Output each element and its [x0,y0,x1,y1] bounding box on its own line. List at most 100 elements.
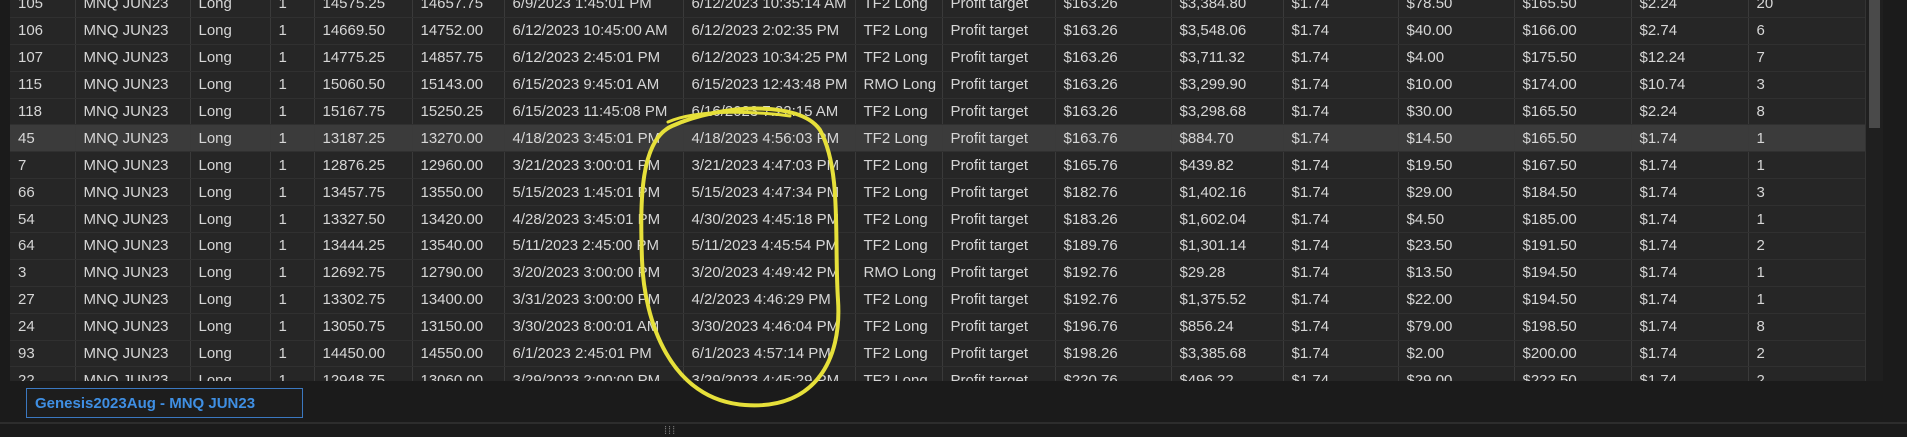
cell-mae: $29.00 [1398,178,1515,207]
cell-cumulative-profit: $496.22 [1171,366,1284,381]
cell-trade-number: 106 [10,17,76,45]
table-row[interactable]: 105 MNQ JUN23 Long 1 14575.25 14657.75 6/9/202… [10,0,1865,18]
cell-mae: $4.50 [1398,205,1515,234]
cell-profit: $163.76 [1055,124,1172,153]
trades-table-body: 105 MNQ JUN23 Long 1 14575.25 14657.75 6/9/202… [10,0,1865,381]
cell-exit-price: 13150.00 [412,313,505,341]
strategy-tab[interactable]: Genesis2023Aug - MNQ JUN23 [26,388,303,418]
cell-exit-name: Profit target [942,0,1056,18]
cell-cumulative-profit: $3,299.90 [1171,71,1284,99]
cell-mae: $13.50 [1398,259,1515,287]
cell-entry-price: 15167.75 [314,98,413,126]
splitter-grip-icon[interactable]: ⁞⁞⁞ [664,425,676,437]
cell-exit-name: Profit target [942,259,1056,287]
table-row[interactable]: 64 MNQ JUN23 Long 1 13444.25 13540.00 5/11/202… [10,232,1865,260]
cell-commission: $1.74 [1283,98,1399,126]
cell-exit-price: 14550.00 [412,340,505,368]
cell-quantity: 1 [270,340,315,368]
cell-commission: $1.74 [1283,259,1399,287]
cell-exit-time: 5/11/2023 4:45:54 PM [683,232,856,260]
table-row[interactable]: 107 MNQ JUN23 Long 1 14775.25 14857.75 6/12/20… [10,44,1865,72]
table-row[interactable]: 66 MNQ JUN23 Long 1 13457.75 13550.00 5/15/202… [10,178,1865,207]
cell-entry-price: 15060.50 [314,71,413,99]
cell-trade-number: 3 [10,259,76,287]
table-row[interactable]: 115 MNQ JUN23 Long 1 15060.50 15143.00 6/15/20… [10,71,1865,99]
cell-entry-name: TF2 Long [855,340,943,368]
cell-commission: $1.74 [1283,71,1399,99]
vertical-scrollbar[interactable] [1865,0,1883,381]
cell-cumulative-profit: $3,711.32 [1171,44,1284,72]
cell-entry-time: 3/29/2023 2:00:00 PM [504,366,684,381]
cell-exit-name: Profit target [942,17,1056,45]
cell-etd: $1.74 [1631,178,1749,207]
table-row[interactable]: 106 MNQ JUN23 Long 1 14669.50 14752.00 6/12/20… [10,17,1865,45]
table-row[interactable]: 27 MNQ JUN23 Long 1 13302.75 13400.00 3/31/202… [10,286,1865,314]
cell-entry-name: TF2 Long [855,178,943,207]
cell-exit-price: 13270.00 [412,124,505,153]
cell-entry-time: 6/9/2023 1:45:01 PM [504,0,684,18]
cell-market-position: Long [190,17,271,45]
cell-cumulative-profit: $856.24 [1171,313,1284,341]
cell-mfe: $184.50 [1514,178,1632,207]
cell-cumulative-profit: $3,548.06 [1171,17,1284,45]
cell-commission: $1.74 [1283,44,1399,72]
cell-instrument: MNQ JUN23 [75,340,191,368]
cell-mae: $19.50 [1398,151,1515,180]
cell-etd: $1.74 [1631,366,1749,381]
cell-trade-number: 115 [10,71,76,99]
vertical-scrollbar-thumb[interactable] [1869,0,1880,128]
cell-market-position: Long [190,124,271,153]
cell-entry-time: 4/28/2023 3:45:01 PM [504,205,684,234]
cell-market-position: Long [190,151,271,180]
cell-exit-price: 13420.00 [412,205,505,234]
cell-entry-price: 14575.25 [314,0,413,18]
cell-etd: $2.24 [1631,98,1749,126]
cell-commission: $1.74 [1283,17,1399,45]
cell-profit: $163.26 [1055,71,1172,99]
cell-mae: $30.00 [1398,98,1515,126]
cell-exit-price: 12790.00 [412,259,505,287]
cell-mfe: $165.50 [1514,124,1632,153]
table-row[interactable]: 24 MNQ JUN23 Long 1 13050.75 13150.00 3/30/202… [10,313,1865,341]
cell-commission: $1.74 [1283,124,1399,153]
cell-exit-time: 5/15/2023 4:47:34 PM [683,178,856,207]
cell-quantity: 1 [270,44,315,72]
cell-entry-price: 13457.75 [314,178,413,207]
cell-entry-name: TF2 Long [855,17,943,45]
cell-quantity: 1 [270,313,315,341]
cell-mfe: $198.50 [1514,313,1632,341]
table-row[interactable]: 3 MNQ JUN23 Long 1 12692.75 12790.00 3/20/2023… [10,259,1865,287]
cell-profit: $183.26 [1055,205,1172,234]
cell-cumulative-profit: $3,384.80 [1171,0,1284,18]
cell-bars: 3 [1748,178,1865,207]
cell-commission: $1.74 [1283,232,1399,260]
table-row[interactable]: 93 MNQ JUN23 Long 1 14450.00 14550.00 6/1/2023… [10,340,1865,368]
cell-etd: $1.74 [1631,340,1749,368]
cell-bars: 7 [1748,44,1865,72]
cell-bars: 1 [1748,124,1865,153]
cell-instrument: MNQ JUN23 [75,0,191,18]
cell-exit-time: 6/16/2023 7:22:15 AM [683,98,856,126]
cell-profit: $198.26 [1055,340,1172,368]
table-row[interactable]: 118 MNQ JUN23 Long 1 15167.75 15250.25 6/15/20… [10,98,1865,126]
cell-etd: $2.24 [1631,0,1749,18]
cell-exit-price: 13540.00 [412,232,505,260]
table-row[interactable]: 22 MNQ JUN23 Long 1 12948.75 13060.00 3/29/202… [10,366,1865,381]
cell-commission: $1.74 [1283,366,1399,381]
cell-quantity: 1 [270,232,315,260]
cell-exit-name: Profit target [942,178,1056,207]
cell-exit-price: 12960.00 [412,151,505,180]
table-row[interactable]: 7 MNQ JUN23 Long 1 12876.25 12960.00 3/21/2023… [10,151,1865,180]
cell-commission: $1.74 [1283,205,1399,234]
table-row[interactable]: 45 MNQ JUN23 Long 1 13187.25 13270.00 4/18/202… [10,124,1865,153]
cell-quantity: 1 [270,151,315,180]
cell-cumulative-profit: $3,298.68 [1171,98,1284,126]
cell-bars: 1 [1748,151,1865,180]
cell-quantity: 1 [270,178,315,207]
cell-instrument: MNQ JUN23 [75,205,191,234]
cell-mae: $4.00 [1398,44,1515,72]
cell-entry-price: 14775.25 [314,44,413,72]
table-row[interactable]: 54 MNQ JUN23 Long 1 13327.50 13420.00 4/28/202… [10,205,1865,234]
cell-trade-number: 54 [10,205,76,234]
cell-exit-name: Profit target [942,124,1056,153]
